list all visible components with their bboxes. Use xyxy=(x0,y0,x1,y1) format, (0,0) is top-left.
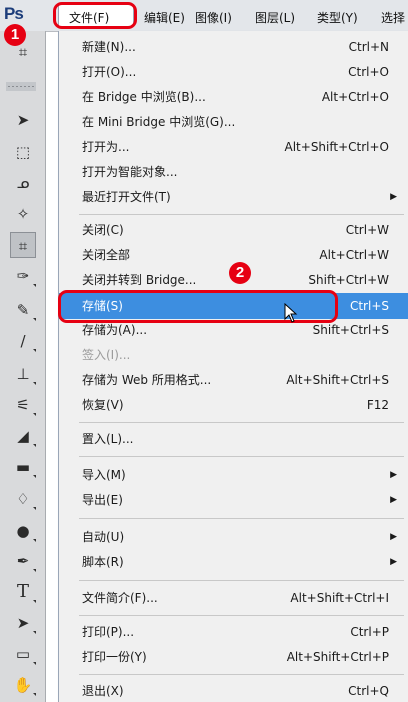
menu-separator xyxy=(79,422,404,423)
gradient-icon[interactable]: ▬ xyxy=(10,454,36,480)
menu-separator xyxy=(79,615,404,616)
step-badge-1: 1 xyxy=(4,24,26,46)
dodge-icon[interactable]: ● xyxy=(10,518,36,544)
menu-item-save-as[interactable]: 存储为(A)... Shift+Ctrl+S xyxy=(59,320,408,340)
highlight-ring-file-menu xyxy=(53,2,137,29)
path-select-icon[interactable]: ➤ xyxy=(10,610,36,636)
menu-item-print[interactable]: 打印(P)... Ctrl+P xyxy=(59,622,408,642)
menu-separator xyxy=(79,580,404,581)
photoshop-logo: Ps xyxy=(4,4,24,23)
submenu-arrow-icon: ▶ xyxy=(390,192,397,202)
menu-item-browse-bridge[interactable]: 在 Bridge 中浏览(B)... Alt+Ctrl+O xyxy=(59,87,408,107)
menu-item-automate[interactable]: 自动(U) ▶ xyxy=(59,527,408,547)
menu-item-scripts[interactable]: 脚本(R) ▶ xyxy=(59,552,408,572)
menu-item-print-one[interactable]: 打印一份(Y) Alt+Shift+Ctrl+P xyxy=(59,647,408,667)
menu-item-exit[interactable]: 退出(X) Ctrl+Q xyxy=(59,681,408,701)
menu-item-open-as[interactable]: 打开为... Alt+Shift+Ctrl+O xyxy=(59,137,408,157)
menu-edit[interactable]: 编辑(E) xyxy=(144,9,185,26)
mouse-cursor-icon xyxy=(284,303,298,323)
menu-type[interactable]: 类型(Y) xyxy=(317,9,358,26)
submenu-arrow-icon: ▶ xyxy=(390,532,397,542)
menu-item-save-for-web[interactable]: 存储为 Web 所用格式... Alt+Shift+Ctrl+S xyxy=(59,370,408,390)
menu-select[interactable]: 选择 xyxy=(381,9,405,26)
menu-separator xyxy=(79,518,404,519)
stamp-icon[interactable]: ⊥ xyxy=(10,361,36,387)
menu-item-place[interactable]: 置入(L)... xyxy=(59,429,408,449)
submenu-arrow-icon: ▶ xyxy=(390,470,397,480)
move-icon[interactable]: ➤ xyxy=(10,107,36,133)
menu-item-open[interactable]: 打开(O)... Ctrl+O xyxy=(59,62,408,82)
menu-image[interactable]: 图像(I) xyxy=(195,9,232,26)
menu-item-browse-mini-bridge[interactable]: 在 Mini Bridge 中浏览(G)... xyxy=(59,112,408,132)
menu-separator xyxy=(79,674,404,675)
type-icon[interactable]: T xyxy=(10,579,36,605)
crop-icon[interactable]: ⌗ xyxy=(10,232,36,258)
menu-item-new[interactable]: 新建(N)... Ctrl+N xyxy=(59,37,408,57)
menu-item-import[interactable]: 导入(M) ▶ xyxy=(59,465,408,485)
menu-layer[interactable]: 图层(L) xyxy=(255,9,295,26)
pen-icon[interactable]: ✒ xyxy=(10,548,36,574)
submenu-arrow-icon: ▶ xyxy=(390,495,397,505)
eraser-icon[interactable]: ◢ xyxy=(10,423,36,449)
menu-separator xyxy=(79,214,404,215)
submenu-arrow-icon: ▶ xyxy=(390,557,397,567)
shape-icon[interactable]: ▭ xyxy=(10,641,36,667)
healing-brush-icon[interactable]: ✎ xyxy=(10,297,36,323)
menu-item-check-in: 签入(I)... xyxy=(82,348,131,362)
menu-item-close-all[interactable]: 关闭全部 Alt+Ctrl+W xyxy=(59,245,408,265)
lasso-icon[interactable]: ᓄ xyxy=(10,170,36,196)
file-menu-dropdown: 新建(N)... Ctrl+N 打开(O)... Ctrl+O 在 Bridge 中… xyxy=(58,31,408,702)
menu-item-export[interactable]: 导出(E) ▶ xyxy=(59,490,408,510)
blur-icon[interactable]: ♢ xyxy=(10,486,36,512)
menu-item-recent-files[interactable]: 最近打开文件(T) ▶ xyxy=(59,187,408,207)
menu-item-file-info[interactable]: 文件简介(F)... Alt+Shift+Ctrl+I xyxy=(59,588,408,608)
hand-icon[interactable]: ✋ xyxy=(10,672,36,698)
history-brush-icon[interactable]: ⚟ xyxy=(10,392,36,418)
eyedropper-icon[interactable]: ✑ xyxy=(10,263,36,289)
marquee-icon[interactable]: ⬚ xyxy=(10,139,36,165)
menu-item-revert[interactable]: 恢复(V) F12 xyxy=(59,395,408,415)
brush-icon[interactable]: / xyxy=(10,328,36,354)
panel-grip[interactable] xyxy=(6,82,36,91)
tools-panel: ⌗ ➤ ⬚ ᓄ ✧ ⌗ ✑ ✎ / ⊥ ⚟ ◢ ▬ ♢ ● ✒ T ➤ ▭ ✋ xyxy=(0,31,46,702)
menu-separator xyxy=(79,456,404,457)
menu-item-close[interactable]: 关闭(C) Ctrl+W xyxy=(59,220,408,240)
quick-select-icon[interactable]: ✧ xyxy=(10,201,36,227)
menu-item-open-smart-object[interactable]: 打开为智能对象... xyxy=(59,162,408,182)
step-badge-2: 2 xyxy=(229,262,251,284)
